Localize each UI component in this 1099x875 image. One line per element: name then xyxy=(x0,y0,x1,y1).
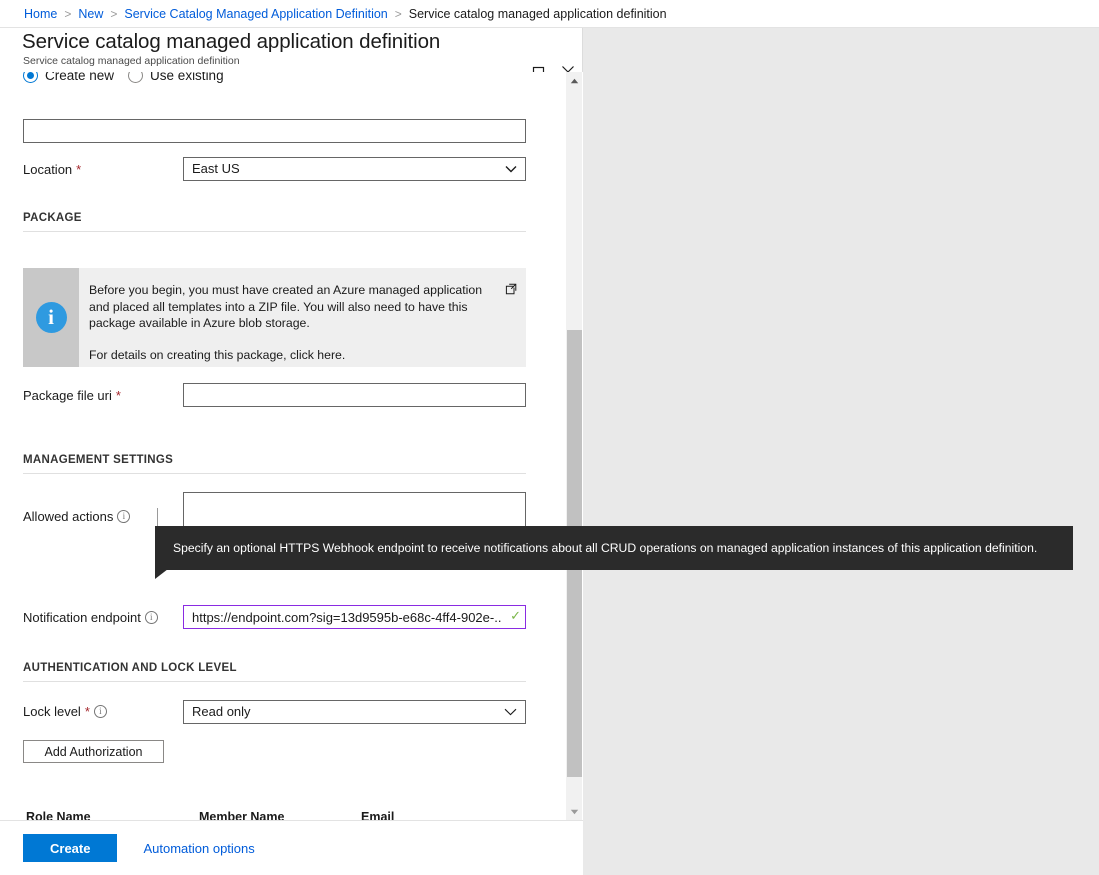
banner-body: Before you begin, you must have created … xyxy=(79,268,526,367)
add-authorization-button[interactable]: Add Authorization xyxy=(23,740,164,763)
column-header-member-name: Member Name xyxy=(199,810,361,820)
auth-section-heading: AUTHENTICATION AND LOCK LEVEL xyxy=(23,662,526,682)
package-section-heading: PACKAGE xyxy=(23,212,526,232)
blade-panel: Service catalog managed application defi… xyxy=(0,28,583,875)
breadcrumb-separator: > xyxy=(64,7,71,21)
info-icon[interactable]: i xyxy=(117,510,130,523)
section-divider xyxy=(23,231,526,232)
package-section-label: PACKAGE xyxy=(23,212,526,224)
form-scrollbar[interactable] xyxy=(565,72,582,820)
column-header-email: Email xyxy=(361,810,526,820)
auth-section-label: AUTHENTICATION AND LOCK LEVEL xyxy=(23,662,526,674)
breadcrumb-item-new[interactable]: New xyxy=(78,7,103,21)
breadcrumb-separator: > xyxy=(110,7,117,21)
lock-level-selected-value: Read only xyxy=(192,701,251,723)
form-scroll-area: Create new Use existing Location * xyxy=(0,72,583,820)
package-file-uri-row xyxy=(183,383,526,407)
blade-header: Service catalog managed application defi… xyxy=(0,28,583,68)
location-dropdown[interactable]: East US xyxy=(183,157,526,181)
notification-endpoint-tooltip: Specify an optional HTTPS Webhook endpoi… xyxy=(155,526,1073,570)
package-info-banner: i Before you begin, you must have create… xyxy=(23,268,526,367)
lock-level-dropdown-row: Read only xyxy=(183,700,526,724)
add-authorization-row: Add Authorization xyxy=(23,740,164,763)
lock-level-label: Lock level * i xyxy=(23,704,107,719)
location-label: Location * xyxy=(23,162,81,177)
location-selected-value: East US xyxy=(192,158,240,180)
page-subtitle: Service catalog managed application defi… xyxy=(23,55,240,67)
radio-button-indicator xyxy=(23,72,38,83)
check-icon: ✓ xyxy=(510,608,521,624)
allowed-actions-label: Allowed actions i xyxy=(23,509,130,524)
breadcrumb-item-current: Service catalog managed application defi… xyxy=(409,7,667,21)
breadcrumb-item-service-catalog-managed-application-definition[interactable]: Service Catalog Managed Application Defi… xyxy=(124,7,387,21)
blade-footer: Create Automation options xyxy=(0,820,583,875)
column-header-role-name: Role Name xyxy=(23,810,199,820)
notification-endpoint-input[interactable] xyxy=(183,605,526,629)
resource-group-name-row xyxy=(23,119,526,143)
lock-level-dropdown[interactable]: Read only xyxy=(183,700,526,724)
chevron-down-icon xyxy=(505,165,517,173)
page-title: Service catalog managed application defi… xyxy=(22,30,440,54)
section-divider xyxy=(23,473,526,474)
external-link-icon[interactable] xyxy=(505,282,516,293)
radio-create-new-label: Create new xyxy=(45,72,114,83)
banner-paragraph-1: Before you begin, you must have created … xyxy=(89,282,496,332)
notification-endpoint-label: Notification endpoint i xyxy=(23,610,158,625)
banner-paragraph-2: For details on creating this package, cl… xyxy=(89,347,496,364)
tooltip-stem xyxy=(157,508,158,527)
automation-options-link[interactable]: Automation options xyxy=(143,841,254,856)
scroll-up-arrow-icon[interactable] xyxy=(566,72,583,89)
radio-button-indicator xyxy=(128,72,143,83)
resource-group-mode-radios: Create new Use existing xyxy=(23,72,224,83)
authorization-table: Role Name Member Name Email No Data xyxy=(23,810,526,820)
notification-endpoint-row: ✓ xyxy=(183,605,526,629)
breadcrumb-separator: > xyxy=(395,7,402,21)
create-button[interactable]: Create xyxy=(23,834,117,862)
table-header-row: Role Name Member Name Email xyxy=(23,810,526,820)
management-section-heading: MANAGEMENT SETTINGS xyxy=(23,454,526,474)
tooltip-tail xyxy=(155,569,168,579)
package-file-uri-label: Package file uri * xyxy=(23,388,121,403)
package-file-uri-label-text: Package file uri xyxy=(23,388,112,403)
section-divider xyxy=(23,681,526,682)
scroll-down-arrow-icon[interactable] xyxy=(566,803,583,820)
form-content: Create new Use existing Location * xyxy=(0,72,566,820)
info-icon[interactable]: i xyxy=(145,611,158,624)
tooltip-text: Specify an optional HTTPS Webhook endpoi… xyxy=(173,541,1037,555)
required-asterisk: * xyxy=(116,388,121,403)
location-dropdown-row: East US xyxy=(183,157,526,181)
info-icon[interactable]: i xyxy=(94,705,107,718)
breadcrumb: Home > New > Service Catalog Managed App… xyxy=(0,0,1099,28)
lock-level-label-text: Lock level xyxy=(23,704,81,719)
info-icon: i xyxy=(36,302,67,333)
chevron-down-icon xyxy=(504,708,517,716)
management-section-label: MANAGEMENT SETTINGS xyxy=(23,454,526,466)
azure-portal-screen: Home > New > Service Catalog Managed App… xyxy=(0,0,1099,875)
location-label-text: Location xyxy=(23,162,72,177)
radio-create-new[interactable]: Create new xyxy=(23,72,114,83)
notification-endpoint-label-text: Notification endpoint xyxy=(23,610,141,625)
package-file-uri-input[interactable] xyxy=(183,383,526,407)
radio-use-existing-label: Use existing xyxy=(150,72,224,83)
breadcrumb-item-home[interactable]: Home xyxy=(24,7,57,21)
resource-group-name-input[interactable] xyxy=(23,119,526,143)
required-asterisk: * xyxy=(76,162,81,177)
banner-icon-column: i xyxy=(23,268,79,367)
required-asterisk: * xyxy=(85,704,90,719)
allowed-actions-label-text: Allowed actions xyxy=(23,509,113,524)
radio-use-existing[interactable]: Use existing xyxy=(128,72,224,83)
